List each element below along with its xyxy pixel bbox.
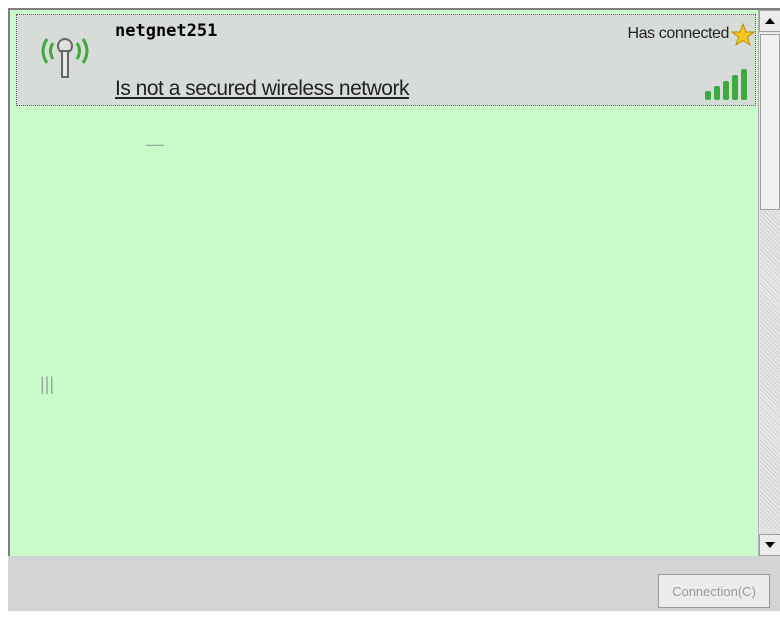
scroll-up-arrow-icon[interactable] xyxy=(759,10,780,32)
network-list: netgnet251 Is not a secured wireless net… xyxy=(8,8,780,556)
signal-strength-icon xyxy=(705,69,747,100)
scrollbar-track[interactable] xyxy=(760,210,780,534)
vertical-scrollbar[interactable] xyxy=(758,10,780,556)
scroll-down-arrow-icon[interactable] xyxy=(759,534,780,556)
wireless-network-dialog: netgnet251 Is not a secured wireless net… xyxy=(8,8,780,611)
scrollbar-thumb[interactable] xyxy=(760,34,780,210)
connect-button[interactable]: Connection(C) xyxy=(658,574,770,608)
network-list-area[interactable]: netgnet251 Is not a secured wireless net… xyxy=(10,10,758,556)
star-icon xyxy=(731,23,755,47)
artifact-mark: ||| xyxy=(40,374,55,394)
artifact-mark: — xyxy=(146,134,164,154)
connection-status: Has connected xyxy=(627,25,729,42)
network-list-item[interactable]: netgnet251 Is not a secured wireless net… xyxy=(16,14,756,106)
wireless-tower-icon xyxy=(41,38,89,78)
network-name: netgnet251 xyxy=(115,21,218,41)
network-security-status: Is not a secured wireless network xyxy=(115,77,409,100)
